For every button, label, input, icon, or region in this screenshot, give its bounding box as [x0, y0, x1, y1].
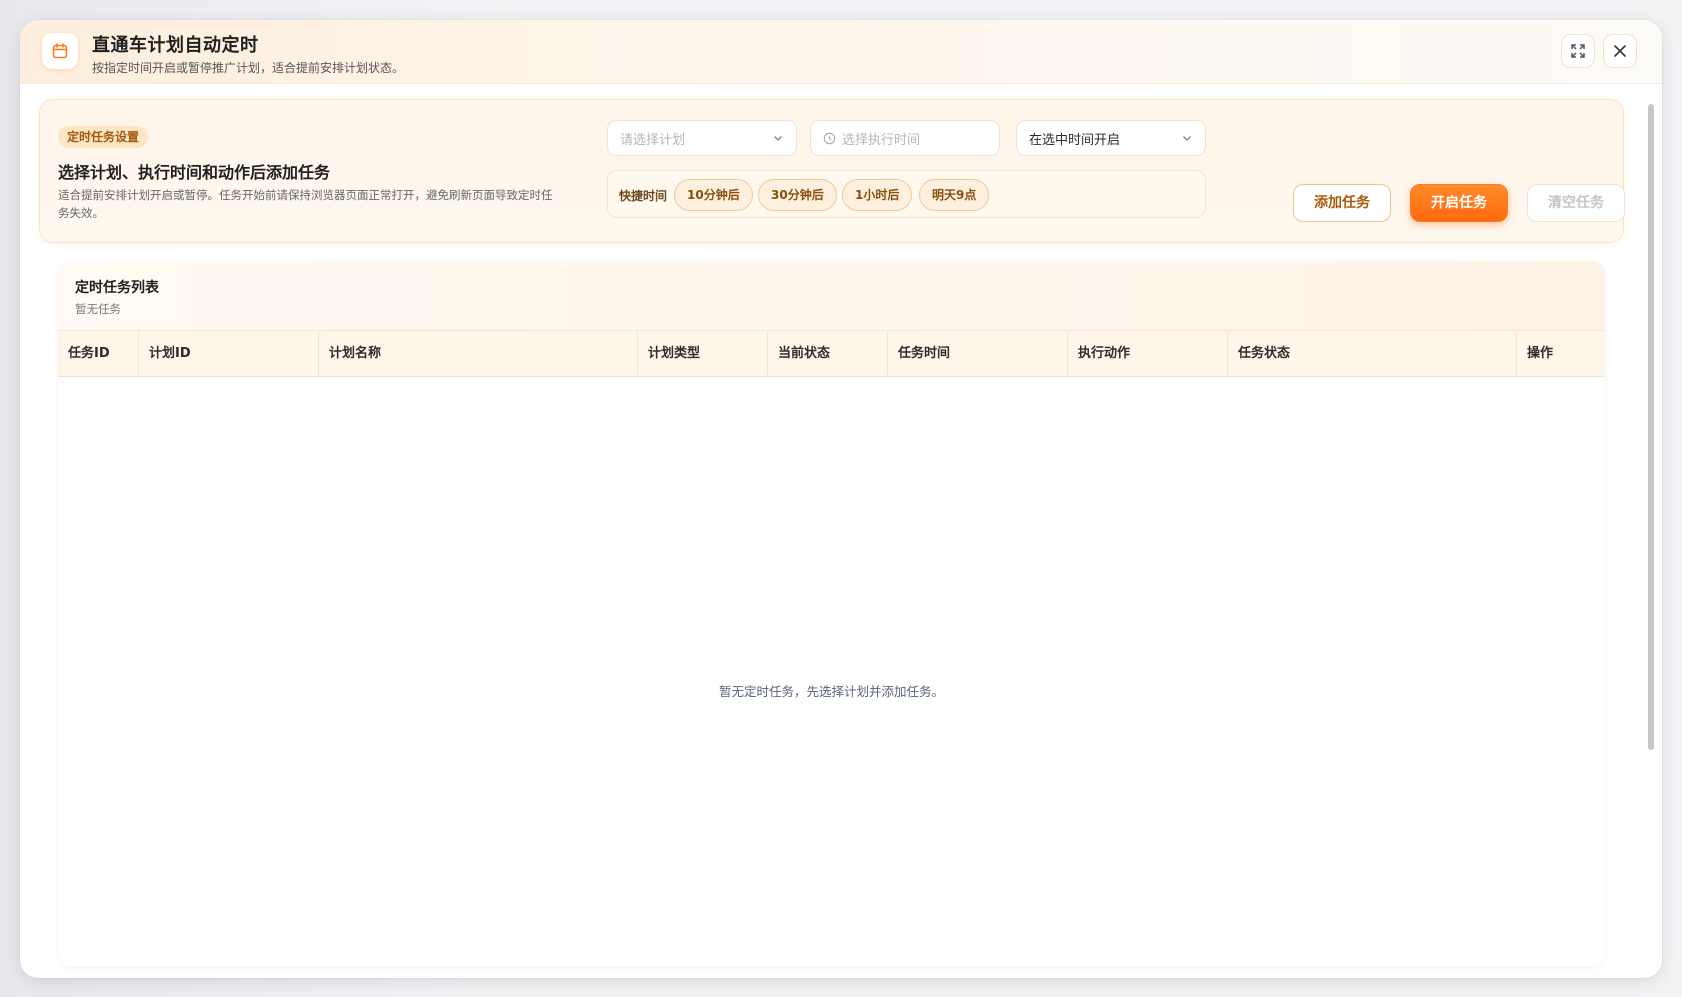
column-header-action[interactable]: 执行动作 [1067, 331, 1227, 377]
empty-state-text: 暂无定时任务，先选择计划并添加任务。 [718, 684, 944, 699]
column-header-plan-id[interactable]: 计划ID [138, 331, 318, 377]
clock-icon [823, 132, 836, 144]
action-select-value: 在选中时间开启 [1029, 132, 1121, 148]
task-list-title: 定时任务列表 [75, 280, 159, 296]
action-select[interactable]: 在选中时间开启 [1016, 120, 1206, 156]
column-header-task-time[interactable]: 任务时间 [887, 331, 1067, 377]
start-task-button[interactable]: 开启任务 [1410, 184, 1508, 222]
time-picker-placeholder: 选择执行时间 [842, 132, 921, 148]
chevron-down-icon [774, 136, 782, 141]
dialog-subtitle: 按指定时间开启或暂停推广计划，适合提前安排计划状态。 [92, 61, 405, 75]
settings-badge: 定时任务设置 [58, 126, 149, 148]
column-header-task-id[interactable]: 任务ID [58, 331, 138, 377]
scrollbar-thumb[interactable] [1648, 104, 1654, 750]
chevron-down-icon [1183, 136, 1191, 141]
task-settings-card: 定时任务设置 选择计划、执行时间和动作后添加任务 适合提前安排计划开启或暂停。任… [39, 99, 1625, 243]
plan-select-placeholder: 请选择计划 [620, 132, 686, 148]
quick-time-label: 快捷时间 [619, 189, 668, 203]
task-list-card: 定时任务列表 暂无任务 任务ID 计划ID 计划名称 计划类型 当前状态 任务时… [58, 261, 1605, 967]
quick-time-1hour[interactable]: 1小时后 [842, 179, 913, 211]
quick-time-tomorrow-9[interactable]: 明天9点 [919, 179, 990, 211]
dialog-title: 直通车计划自动定时 [92, 35, 259, 56]
settings-title: 选择计划、执行时间和动作后添加任务 [58, 163, 331, 182]
dialog-header: 直通车计划自动定时 按指定时间开启或暂停推广计划，适合提前安排计划状态。 [20, 20, 1662, 84]
quick-time-group: 快捷时间 10分钟后 30分钟后 1小时后 明天9点 [607, 170, 1206, 218]
quick-time-10min[interactable]: 10分钟后 [674, 179, 753, 211]
task-list-header: 定时任务列表 暂无任务 [58, 261, 1605, 331]
execution-time-picker[interactable]: 选择执行时间 [810, 120, 1000, 156]
column-header-plan-name[interactable]: 计划名称 [318, 331, 637, 377]
vertical-scrollbar[interactable] [1644, 84, 1658, 974]
table-header: 任务ID 计划ID 计划名称 计划类型 当前状态 任务时间 执行动作 任务状态 … [58, 331, 1605, 377]
column-header-current-status[interactable]: 当前状态 [767, 331, 887, 377]
calendar-icon [42, 33, 78, 69]
add-task-button[interactable]: 添加任务 [1293, 184, 1391, 222]
expand-icon [1571, 44, 1585, 58]
settings-description: 适合提前安排计划开启或暂停。任务开始前请保持浏览器页面正常打开，避免刷新页面导致… [58, 188, 553, 220]
close-button[interactable] [1603, 34, 1637, 68]
task-count-text: 暂无任务 [75, 302, 121, 316]
fullscreen-button[interactable] [1561, 34, 1595, 68]
plan-select[interactable]: 请选择计划 [607, 120, 797, 156]
column-header-operations[interactable]: 操作 [1516, 331, 1605, 377]
column-header-plan-type[interactable]: 计划类型 [637, 331, 767, 377]
clear-tasks-button[interactable]: 清空任务 [1527, 184, 1625, 222]
scheduler-dialog: 直通车计划自动定时 按指定时间开启或暂停推广计划，适合提前安排计划状态。 定时任… [20, 20, 1662, 978]
close-icon [1614, 45, 1626, 57]
column-header-task-status[interactable]: 任务状态 [1227, 331, 1516, 377]
quick-time-30min[interactable]: 30分钟后 [758, 179, 837, 211]
